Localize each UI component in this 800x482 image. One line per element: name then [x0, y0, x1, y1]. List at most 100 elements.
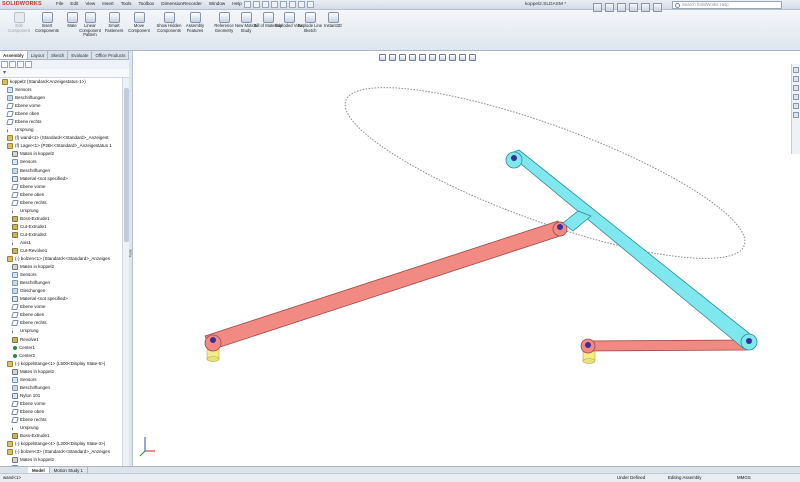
- menu-item-view[interactable]: View: [85, 1, 95, 9]
- menu-item-help[interactable]: Help: [232, 1, 241, 9]
- tree-label: Beschriftungen: [20, 167, 51, 173]
- toolbar-icon-4[interactable]: [629, 3, 638, 12]
- tree-label: Ebene rechts: [15, 119, 42, 125]
- tree-row[interactable]: Beschriftungen: [0, 384, 122, 392]
- tree-row[interactable]: Ebene rechts: [0, 416, 122, 424]
- tree-row[interactable]: Ebene oben: [0, 408, 122, 416]
- feature-tree: koppel2 (Standard<Anzeigestatus-1>) Senso…: [0, 78, 122, 466]
- tab-sketch[interactable]: Sketch: [48, 51, 69, 59]
- toolbar-icon-5[interactable]: [641, 3, 650, 12]
- crank-link[interactable]: [580, 338, 749, 354]
- toolbar-icon-6[interactable]: [653, 3, 662, 12]
- toolbar-icon-3[interactable]: [617, 3, 626, 12]
- tree-row[interactable]: Sensors: [0, 86, 122, 94]
- print-icon[interactable]: [271, 1, 278, 8]
- open-icon[interactable]: [253, 1, 260, 8]
- tree-row[interactable]: (-) koppelstange<1> (L500<Display State-…: [0, 360, 122, 368]
- tree-row[interactable]: (f) wand<1> (Standard<<Standard>_Anzeige…: [0, 134, 122, 142]
- tree-row[interactable]: Ebene oben: [0, 110, 122, 118]
- tab-assembly[interactable]: Assembly: [0, 51, 28, 59]
- feature-tree-icon[interactable]: [1, 61, 8, 68]
- tab-evaluate[interactable]: Evaluate: [68, 51, 93, 59]
- long-link[interactable]: [204, 220, 568, 352]
- tree-row[interactable]: Material <not specified>: [0, 175, 122, 183]
- tree-row[interactable]: Gleichungen: [0, 287, 122, 295]
- tree-row[interactable]: Ebene rechts: [0, 319, 122, 327]
- tree-row[interactable]: Center1: [0, 344, 122, 352]
- menu-item-insert[interactable]: Insert: [102, 1, 114, 9]
- tree-label: Ebene oben: [20, 312, 45, 318]
- exploded-view-icon: [283, 12, 295, 23]
- graphics-viewport[interactable]: Task: [128, 51, 800, 466]
- tree-row[interactable]: Ebene rechts: [0, 199, 122, 207]
- tree-row[interactable]: Mates in koppel2: [0, 368, 122, 376]
- tree-row[interactable]: Cut-Extrude2: [0, 231, 122, 239]
- tree-row[interactable]: Beschriftungen: [0, 94, 122, 102]
- tree-row[interactable]: Ursprung: [0, 424, 122, 432]
- tree-row[interactable]: Boss-Extrude1: [0, 432, 122, 440]
- tree-row[interactable]: Sensors: [0, 271, 122, 279]
- options-icon[interactable]: [307, 1, 314, 8]
- tree-row[interactable]: (-) bolzen<1> (Standard<<Standard>_Anzei…: [0, 255, 122, 263]
- tab-office-products[interactable]: Office Products: [92, 51, 130, 59]
- tree-row[interactable]: Mates in koppel2: [0, 150, 122, 158]
- coupler-link[interactable]: [505, 149, 758, 351]
- tree-row[interactable]: Mates in koppel2: [0, 263, 122, 271]
- tree-row[interactable]: Nylon 101: [0, 392, 122, 400]
- tree-row[interactable]: Ursprung: [0, 327, 122, 335]
- tree-row[interactable]: Mates in koppel2: [0, 456, 122, 464]
- tree-row[interactable]: Revolve1: [0, 336, 122, 344]
- tree-row[interactable]: Sensors: [0, 376, 122, 384]
- save-icon[interactable]: [262, 1, 269, 8]
- configuration-manager-icon[interactable]: [17, 61, 24, 68]
- tree-row[interactable]: Ebene oben: [0, 311, 122, 319]
- assembly-features-button[interactable]: Assembly Features: [180, 12, 210, 33]
- tree-filter[interactable]: ▾: [0, 69, 133, 78]
- menu-item-window[interactable]: Window: [209, 1, 225, 9]
- menu-item-toolbox[interactable]: Toolbox: [138, 1, 154, 9]
- new-icon[interactable]: [244, 1, 251, 8]
- tree-label: Sensors: [20, 376, 37, 382]
- menu-item-dimensionrecorder[interactable]: DimensionRecorder: [161, 1, 202, 9]
- tree-row[interactable]: (-) koppelstange<4> (L200<Display State-…: [0, 440, 122, 448]
- tree-row[interactable]: Axis1: [0, 239, 122, 247]
- tree-scrollbar[interactable]: [122, 78, 129, 466]
- tree-row[interactable]: (-) bolzen<3> (Standard<<Standard>_Anzei…: [0, 448, 122, 456]
- tree-row[interactable]: koppel2 (Standard<Anzeigestatus-1>): [0, 78, 122, 86]
- rebuild-icon[interactable]: [298, 1, 305, 8]
- tree-row[interactable]: Beschriftungen: [0, 279, 122, 287]
- toolbar-icon-2[interactable]: [605, 3, 614, 12]
- tree-row[interactable]: Ebene vorne: [0, 400, 122, 408]
- menu-item-tools[interactable]: Tools: [121, 1, 132, 9]
- property-manager-icon[interactable]: [9, 61, 16, 68]
- smart-fasteners-icon: [108, 12, 120, 23]
- instant3d-button[interactable]: Instant3D: [318, 12, 348, 29]
- tree-row[interactable]: Ebene rechts: [0, 118, 122, 126]
- help-search-input[interactable]: Search SolidWorks Help: [672, 1, 782, 9]
- display-manager-icon[interactable]: [25, 61, 32, 68]
- select-icon[interactable]: [289, 1, 296, 8]
- tab-layout[interactable]: Layout: [28, 51, 48, 59]
- tree-row[interactable]: Boss-Extrude1: [0, 215, 122, 223]
- tree-row[interactable]: Ursprung: [0, 207, 122, 215]
- tree-row[interactable]: Ebene oben: [0, 191, 122, 199]
- undo-icon[interactable]: [280, 1, 287, 8]
- solidworks-logo[interactable]: SOLIDWORKS: [2, 1, 42, 9]
- menu-item-file[interactable]: File: [56, 1, 63, 9]
- tree-row[interactable]: Ursprung: [0, 126, 122, 134]
- status-units[interactable]: MMGS: [737, 474, 751, 482]
- tree-row[interactable]: (f) Lager<1> (P2B<<Standard>_Anzeigestat…: [0, 142, 122, 150]
- tree-row[interactable]: Ebene vorne: [0, 183, 122, 191]
- tree-row[interactable]: Beschriftungen: [0, 167, 122, 175]
- move-component-button[interactable]: Move Component: [124, 12, 154, 33]
- tree-row[interactable]: Material <not specified>: [0, 295, 122, 303]
- tree-row[interactable]: Sensors: [0, 158, 122, 166]
- tree-row[interactable]: Ebene vorne: [0, 102, 122, 110]
- tree-row[interactable]: Ebene vorne: [0, 303, 122, 311]
- tree-row[interactable]: Cut-Revolve1: [0, 247, 122, 255]
- tree-label: Ebene vorne: [20, 304, 46, 310]
- toolbar-icon-1[interactable]: [593, 3, 602, 12]
- menu-item-edit[interactable]: Edit: [70, 1, 78, 9]
- tree-row[interactable]: Center2: [0, 352, 122, 360]
- tree-row[interactable]: Cut-Extrude1: [0, 223, 122, 231]
